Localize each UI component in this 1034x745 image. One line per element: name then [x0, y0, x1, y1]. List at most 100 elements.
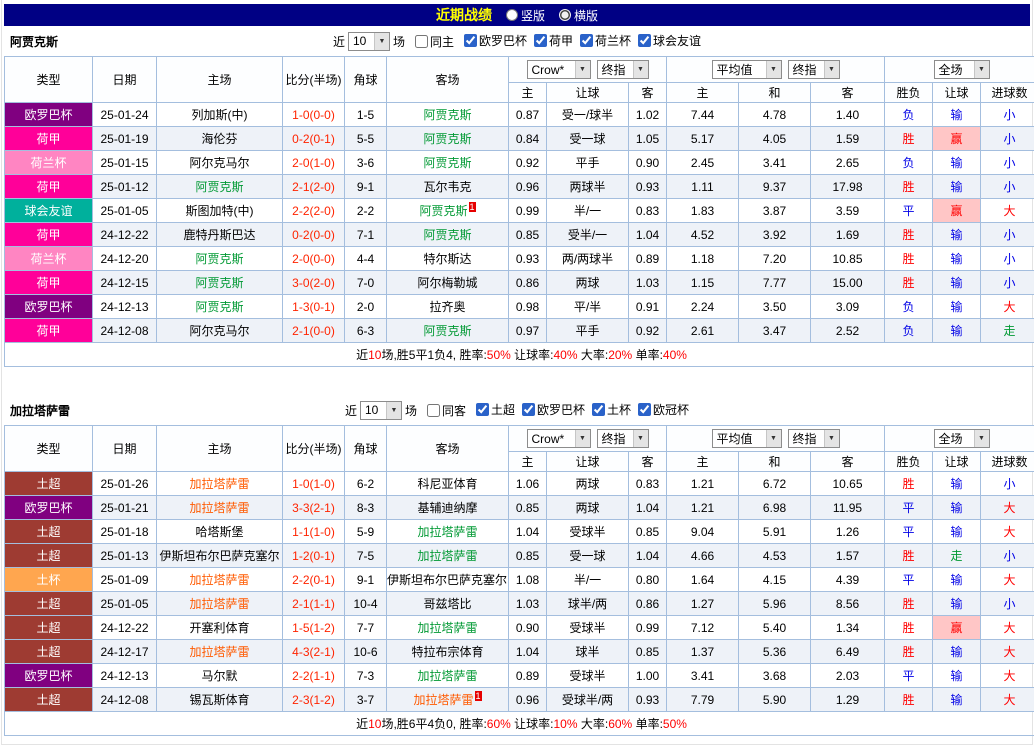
match-score[interactable]: 1-0(0-0)	[283, 103, 345, 127]
corner-count: 2-2	[345, 199, 387, 223]
match-score[interactable]: 0-2(0-0)	[283, 223, 345, 247]
same-venue-checkbox[interactable]: 同客	[427, 402, 466, 419]
team-link[interactable]: 加拉塔萨雷	[189, 573, 249, 587]
team-link[interactable]: 阿贾克斯	[423, 228, 471, 242]
team-link[interactable]: 阿尔梅勒城	[417, 276, 477, 290]
odds-type-select[interactable]: 终指▼	[597, 429, 649, 448]
league-filter-checkbox[interactable]: 荷兰杯	[580, 32, 631, 49]
team-link[interactable]: 基辅迪纳摩	[417, 501, 477, 515]
match-score[interactable]: 2-2(2-0)	[283, 199, 345, 223]
avg-select[interactable]: 平均值▼	[712, 60, 782, 79]
match-score[interactable]: 2-2(1-1)	[283, 664, 345, 688]
team-link[interactable]: 加拉塔萨雷	[417, 621, 477, 635]
checkbox[interactable]	[592, 403, 605, 416]
match-score[interactable]: 3-0(2-0)	[283, 271, 345, 295]
league-filter-checkbox[interactable]: 球会友谊	[638, 32, 701, 49]
match-score[interactable]: 2-1(1-1)	[283, 592, 345, 616]
team-link[interactable]: 阿贾克斯	[419, 204, 467, 218]
team-link[interactable]: 阿贾克斯	[423, 156, 471, 170]
fulltime-select[interactable]: 全场▼	[934, 60, 990, 79]
match-score[interactable]: 2-1(2-0)	[283, 175, 345, 199]
team-link[interactable]: 哈塔斯堡	[195, 525, 243, 539]
match-score[interactable]: 1-3(0-1)	[283, 295, 345, 319]
team-link[interactable]: 阿贾克斯	[195, 252, 243, 266]
avg-type-select[interactable]: 终指▼	[788, 60, 840, 79]
team-link[interactable]: 海伦芬	[201, 132, 237, 146]
avg-select[interactable]: 平均值▼	[712, 429, 782, 448]
checkbox[interactable]	[522, 403, 535, 416]
team-link[interactable]: 加拉塔萨雷	[417, 669, 477, 683]
checkbox[interactable]	[638, 403, 651, 416]
team-link[interactable]: 阿贾克斯	[423, 108, 471, 122]
odds-company-select[interactable]: Crow*▼	[527, 60, 591, 79]
match-count-select[interactable]: 10 ▼	[360, 401, 402, 420]
league-filter-checkbox[interactable]: 欧冠杯	[638, 401, 689, 418]
team-link[interactable]: 加拉塔萨雷	[189, 597, 249, 611]
league-filter-checkbox[interactable]: 荷甲	[534, 32, 573, 49]
team-link[interactable]: 特拉布宗体育	[411, 645, 483, 659]
match-score[interactable]: 1-5(1-2)	[283, 616, 345, 640]
fulltime-select[interactable]: 全场▼	[934, 429, 990, 448]
match-score[interactable]: 2-1(0-0)	[283, 319, 345, 343]
avg-type-select[interactable]: 终指▼	[788, 429, 840, 448]
match-score[interactable]: 1-2(0-1)	[283, 544, 345, 568]
match-score[interactable]: 3-3(2-1)	[283, 496, 345, 520]
match-score[interactable]: 2-2(0-1)	[283, 568, 345, 592]
checkbox[interactable]	[476, 403, 489, 416]
checkbox[interactable]	[580, 34, 593, 47]
team-link[interactable]: 加拉塔萨雷	[189, 501, 249, 515]
team-link[interactable]: 加拉塔萨雷	[417, 549, 477, 563]
team-link[interactable]: 科尼亚体育	[417, 477, 477, 491]
team-link[interactable]: 列加斯(中)	[192, 108, 248, 122]
team-link[interactable]: 阿尔克马尔	[189, 156, 249, 170]
match-score[interactable]: 0-2(0-1)	[283, 127, 345, 151]
radio-button[interactable]	[559, 9, 571, 21]
league-filter-checkbox[interactable]: 土杯	[592, 401, 631, 418]
team-link[interactable]: 阿贾克斯	[195, 180, 243, 194]
team-link[interactable]: 伊斯坦布尔巴萨克塞尔	[159, 549, 279, 563]
team-link[interactable]: 阿贾克斯	[195, 276, 243, 290]
col-score: 比分(半场)	[283, 57, 345, 103]
match-score[interactable]: 2-3(1-2)	[283, 688, 345, 712]
odds-company-select[interactable]: Crow*▼	[527, 429, 591, 448]
team-link[interactable]: 伊斯坦布尔巴萨克塞尔	[387, 573, 507, 587]
team-link[interactable]: 加拉塔萨雷	[413, 693, 473, 707]
team-link[interactable]: 加拉塔萨雷	[189, 645, 249, 659]
avg-away-value: 11.95	[811, 496, 885, 520]
team-link[interactable]: 加拉塔萨雷	[189, 477, 249, 491]
team-link[interactable]: 阿尔克马尔	[189, 324, 249, 338]
team-link[interactable]: 拉齐奥	[429, 300, 465, 314]
team-link[interactable]: 斯图加特(中)	[186, 204, 254, 218]
same-venue-checkbox[interactable]: 同主	[415, 33, 454, 50]
team-link[interactable]: 哥兹塔比	[423, 597, 471, 611]
checkbox[interactable]	[427, 404, 440, 417]
checkbox[interactable]	[464, 34, 477, 47]
checkbox[interactable]	[534, 34, 547, 47]
league-filter-checkbox[interactable]: 欧罗巴杯	[522, 401, 585, 418]
team-link[interactable]: 阿贾克斯	[423, 132, 471, 146]
odds-type-select[interactable]: 终指▼	[597, 60, 649, 79]
radio-button[interactable]	[506, 9, 518, 21]
team-link[interactable]: 开塞利体育	[189, 621, 249, 635]
team-link[interactable]: 锡瓦斯体育	[189, 693, 249, 707]
team-link[interactable]: 加拉塔萨雷	[417, 525, 477, 539]
match-score[interactable]: 1-0(1-0)	[283, 472, 345, 496]
checkbox[interactable]	[638, 34, 651, 47]
match-score[interactable]: 4-3(2-1)	[283, 640, 345, 664]
team-link[interactable]: 马尔默	[201, 669, 237, 683]
layout-radio-horizontal[interactable]: 横版	[559, 7, 598, 24]
match-count-select[interactable]: 10 ▼	[348, 32, 390, 51]
league-filter-checkbox[interactable]: 土超	[476, 401, 515, 418]
match-score[interactable]: 1-1(1-0)	[283, 520, 345, 544]
team-link[interactable]: 阿贾克斯	[195, 300, 243, 314]
match-score[interactable]: 2-0(1-0)	[283, 151, 345, 175]
match-score[interactable]: 2-0(0-0)	[283, 247, 345, 271]
team-link[interactable]: 鹿特丹斯巴达	[183, 228, 255, 242]
team-link[interactable]: 瓦尔韦克	[423, 180, 471, 194]
odds-handicap-value: 球半	[547, 640, 629, 664]
league-filter-checkbox[interactable]: 欧罗巴杯	[464, 32, 527, 49]
team-link[interactable]: 特尔斯达	[423, 252, 471, 266]
team-link[interactable]: 阿贾克斯	[423, 324, 471, 338]
checkbox[interactable]	[415, 35, 428, 48]
layout-radio-vertical[interactable]: 竖版	[506, 7, 545, 24]
